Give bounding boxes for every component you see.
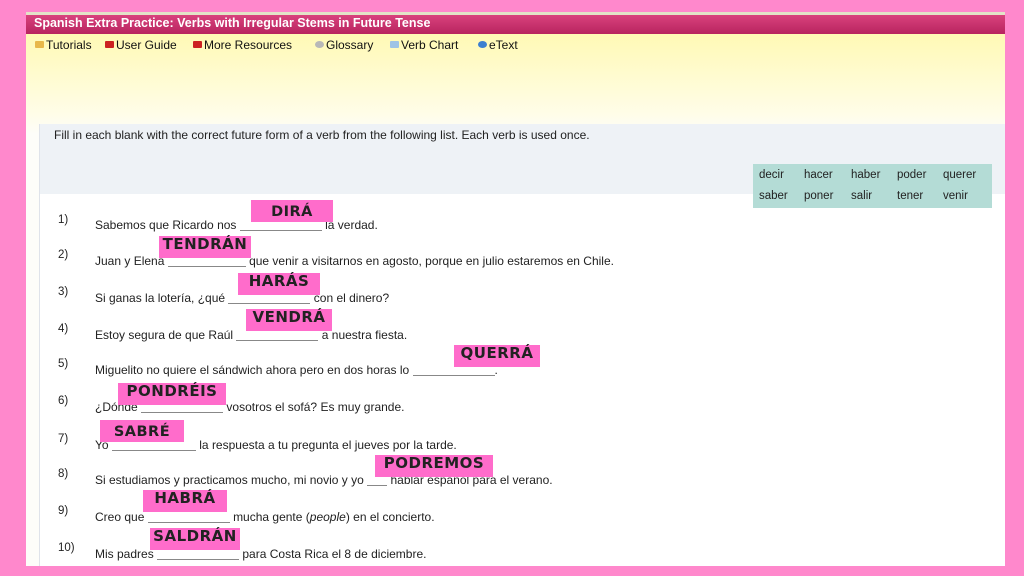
sentence-text: Estoy segura de que Raúl <box>95 328 234 342</box>
item-number: 10) <box>58 542 75 554</box>
chart-icon <box>390 41 399 48</box>
nav-label: User Guide <box>116 38 177 52</box>
sentence-text: que venir a visitarnos en agosto, porque… <box>249 254 614 268</box>
sentence-text: people <box>309 510 346 524</box>
item-number: 4) <box>58 323 69 335</box>
sentence-text: la respuesta a tu pregunta el jueves por… <box>199 438 457 452</box>
nav-verb-chart[interactable]: Verb Chart <box>390 38 458 52</box>
nav-label: eText <box>489 38 518 52</box>
answer-stamp-1: DIRÁ <box>251 200 333 222</box>
sentence-5: Miguelito no quiere el sándwich ahora pe… <box>95 361 498 377</box>
nav-tutorials[interactable]: Tutorials <box>35 38 92 52</box>
sentence-text: vosotros el sofá? Es muy grande. <box>226 400 405 414</box>
book-icon <box>315 41 324 48</box>
nav-more-resources[interactable]: More Resources <box>193 38 292 52</box>
nav-etext[interactable]: eText <box>478 38 518 52</box>
sentence-text: mucha gente ( <box>233 510 310 524</box>
page-title: Spanish Extra Practice: Verbs with Irreg… <box>34 16 431 30</box>
answer-stamp-8: PODREMOS <box>375 455 493 477</box>
sentence-text: Miguelito no quiere el sándwich ahora pe… <box>95 363 410 377</box>
nav-label: Glossary <box>326 38 374 52</box>
verb-item: poder <box>897 169 927 181</box>
answer-stamp-2: TENDRÁN <box>159 236 251 258</box>
nav-bar: Tutorials User Guide More Resources Glos… <box>26 34 1005 134</box>
verb-item: salir <box>851 190 873 202</box>
nav-label: Verb Chart <box>401 38 459 52</box>
verb-item: tener <box>897 190 924 202</box>
item-number: 2) <box>58 249 69 261</box>
answer-stamp-3: HARÁS <box>238 273 320 295</box>
verb-item: saber <box>759 190 788 202</box>
nav-user-guide[interactable]: User Guide <box>105 38 177 52</box>
briefcase-icon <box>193 41 202 48</box>
app-window: Spanish Extra Practice: Verbs with Irreg… <box>26 12 1005 566</box>
item-number: 7) <box>58 433 69 445</box>
sentence-text: Si estudiamos y practicamos mucho, mi no… <box>95 473 364 487</box>
briefcase-icon <box>105 41 114 48</box>
sentence-10: Mis padres para Costa Rica el 8 de dicie… <box>95 545 426 561</box>
answer-stamp-5: QUERRÁ <box>454 345 540 367</box>
verb-item: decir <box>759 169 784 181</box>
sentence-text: ) en el concierto. <box>345 510 435 524</box>
sentence-text: la verdad. <box>325 218 378 232</box>
sentence-text: Creo que <box>95 510 145 524</box>
nav-glossary[interactable]: Glossary <box>315 38 373 52</box>
sentence-text: con el dinero? <box>313 291 390 305</box>
item-number: 8) <box>58 468 69 480</box>
verb-item: hacer <box>804 169 833 181</box>
sentence-text: Sabemos que Ricardo nos <box>95 218 237 232</box>
sentence-text: Si ganas la lotería, ¿qué <box>95 291 226 305</box>
verb-item: poner <box>804 190 834 202</box>
item-number: 9) <box>58 505 69 517</box>
answer-stamp-10: SALDRÁN <box>150 528 240 550</box>
answer-stamp-4: VENDRÁ <box>246 309 332 331</box>
sentence-text: Mis padres <box>95 547 154 561</box>
item-number: 6) <box>58 395 69 407</box>
nav-label: Tutorials <box>46 38 92 52</box>
item-number: 1) <box>58 214 69 226</box>
verb-item: venir <box>943 190 968 202</box>
answer-stamp-7: SABRÉ <box>100 420 184 442</box>
globe-icon <box>478 41 487 48</box>
instructions: Fill in each blank with the correct futu… <box>54 128 590 142</box>
sentence-text: para Costa Rica el 8 de diciembre. <box>242 547 427 561</box>
folder-icon <box>35 41 44 48</box>
title-bar: Spanish Extra Practice: Verbs with Irreg… <box>26 12 1005 34</box>
item-number: 5) <box>58 358 69 370</box>
verb-item: haber <box>851 169 881 181</box>
answer-stamp-9: HABRÁ <box>143 490 227 512</box>
sentence-text: Juan y Elena <box>95 254 165 268</box>
sentence-text: a nuestra fiesta. <box>321 328 408 342</box>
sentence-1: Sabemos que Ricardo nos la verdad. <box>95 216 378 232</box>
verb-list: decir hacer haber poder querer saber pon… <box>753 164 992 208</box>
item-number: 3) <box>58 286 69 298</box>
verb-item: querer <box>943 169 977 181</box>
nav-label: More Resources <box>204 38 293 52</box>
answer-stamp-6: PONDRÉIS <box>118 383 226 405</box>
